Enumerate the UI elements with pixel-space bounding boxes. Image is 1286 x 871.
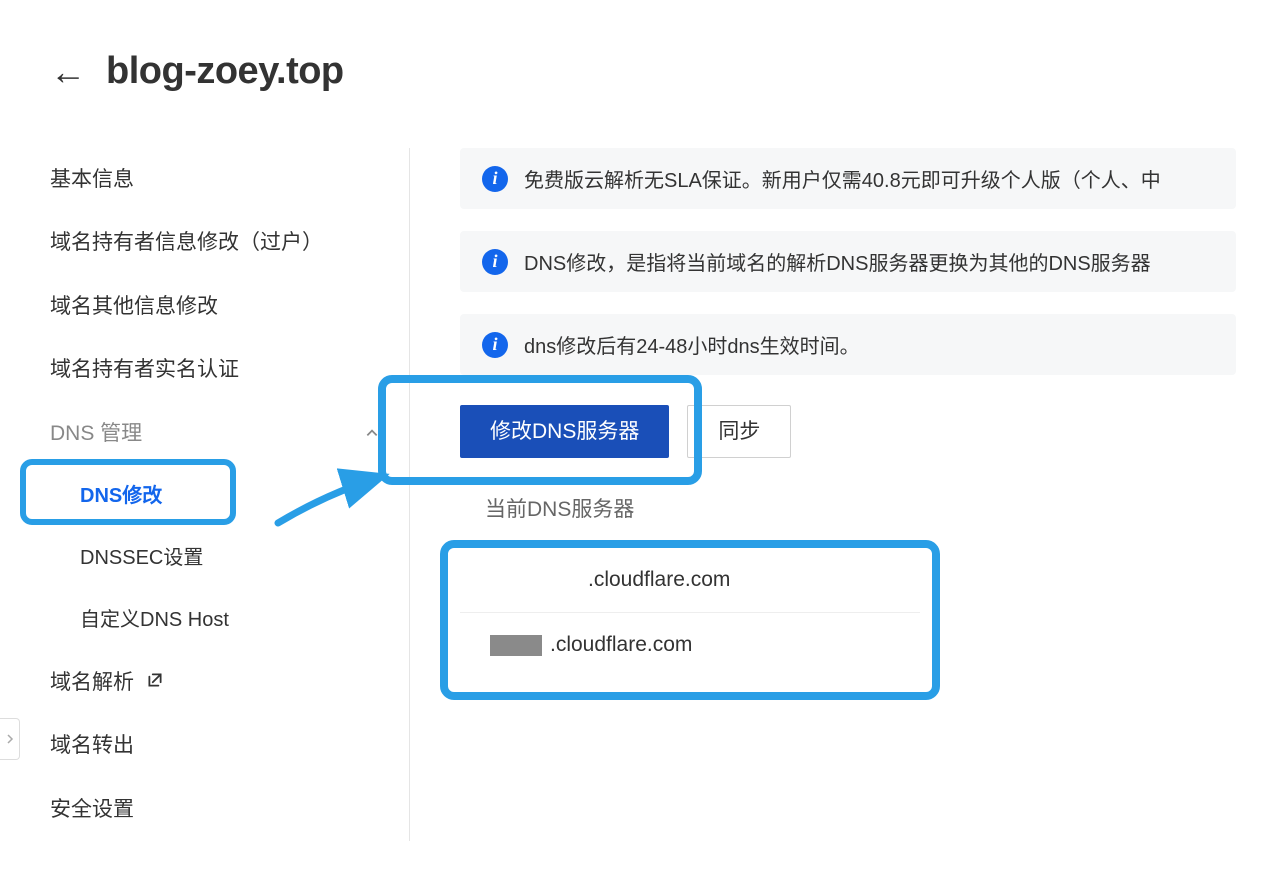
- sidebar-item-owner-realname[interactable]: 域名持有者实名认证: [50, 338, 409, 401]
- sidebar-group-dns-manage[interactable]: DNS 管理: [50, 402, 409, 465]
- redacted-text: [490, 635, 542, 656]
- external-link-icon: [146, 671, 164, 696]
- info-icon: i: [482, 166, 508, 192]
- sidebar-item-custom-dns-host[interactable]: 自定义DNS Host: [50, 589, 409, 651]
- sidebar-item-label: DNS修改: [80, 485, 162, 507]
- sync-button[interactable]: 同步: [687, 405, 791, 458]
- sidebar-item-security-settings[interactable]: 安全设置: [50, 778, 409, 841]
- page-title: blog-zoey.top: [106, 50, 344, 93]
- main-content: i 免费版云解析无SLA保证。新用户仅需40.8元即可升级个人版（个人、中 i …: [410, 148, 1236, 841]
- sidebar-group-label: DNS 管理: [50, 419, 142, 448]
- modify-dns-button[interactable]: 修改DNS服务器: [460, 405, 669, 458]
- dns-server-value: .cloudflare.com: [550, 633, 692, 657]
- sidebar-item-basic-info[interactable]: 基本信息: [50, 148, 409, 211]
- chevron-up-icon: [365, 426, 379, 440]
- sidebar-item-dns-modify[interactable]: DNS修改: [50, 465, 409, 527]
- redacted-text: [490, 570, 580, 591]
- sidebar-item-label: 域名解析: [50, 671, 134, 694]
- sidebar-item-owner-info-change[interactable]: 域名持有者信息修改（过户）: [50, 211, 409, 274]
- button-row: 修改DNS服务器 同步: [460, 405, 1236, 458]
- chevron-right-icon: [5, 733, 15, 745]
- sidebar-item-domain-resolve[interactable]: 域名解析: [50, 651, 409, 714]
- dns-server-value: .cloudflare.com: [588, 568, 730, 592]
- sidebar-item-dnssec[interactable]: DNSSEC设置: [50, 527, 409, 589]
- info-banner-dns-ttl: i dns修改后有24-48小时dns生效时间。: [460, 314, 1236, 375]
- info-banner-text: DNS修改，是指将当前域名的解析DNS服务器更换为其他的DNS服务器: [524, 247, 1151, 276]
- sidebar-item-other-info-change[interactable]: 域名其他信息修改: [50, 275, 409, 338]
- dns-server-row: .cloudflare.com: [460, 548, 920, 612]
- current-dns-label: 当前DNS服务器: [485, 493, 1236, 523]
- info-banner-sla: i 免费版云解析无SLA保证。新用户仅需40.8元即可升级个人版（个人、中: [460, 148, 1236, 209]
- info-banner-text: 免费版云解析无SLA保证。新用户仅需40.8元即可升级个人版（个人、中: [524, 164, 1161, 193]
- back-arrow-icon[interactable]: ←: [50, 54, 86, 90]
- info-banner-dns-desc: i DNS修改，是指将当前域名的解析DNS服务器更换为其他的DNS服务器: [460, 231, 1236, 292]
- info-banner-text: dns修改后有24-48小时dns生效时间。: [524, 330, 860, 359]
- sidebar-item-domain-transfer-out[interactable]: 域名转出: [50, 714, 409, 777]
- page-header: ← blog-zoey.top: [50, 50, 1236, 93]
- dns-server-row: .cloudflare.com: [460, 612, 920, 677]
- sidebar: 基本信息 域名持有者信息修改（过户） 域名其他信息修改 域名持有者实名认证 DN…: [50, 148, 410, 841]
- info-icon: i: [482, 249, 508, 275]
- dns-server-list: .cloudflare.com .cloudflare.com: [460, 548, 920, 677]
- collapse-tab[interactable]: [0, 718, 20, 760]
- info-icon: i: [482, 332, 508, 358]
